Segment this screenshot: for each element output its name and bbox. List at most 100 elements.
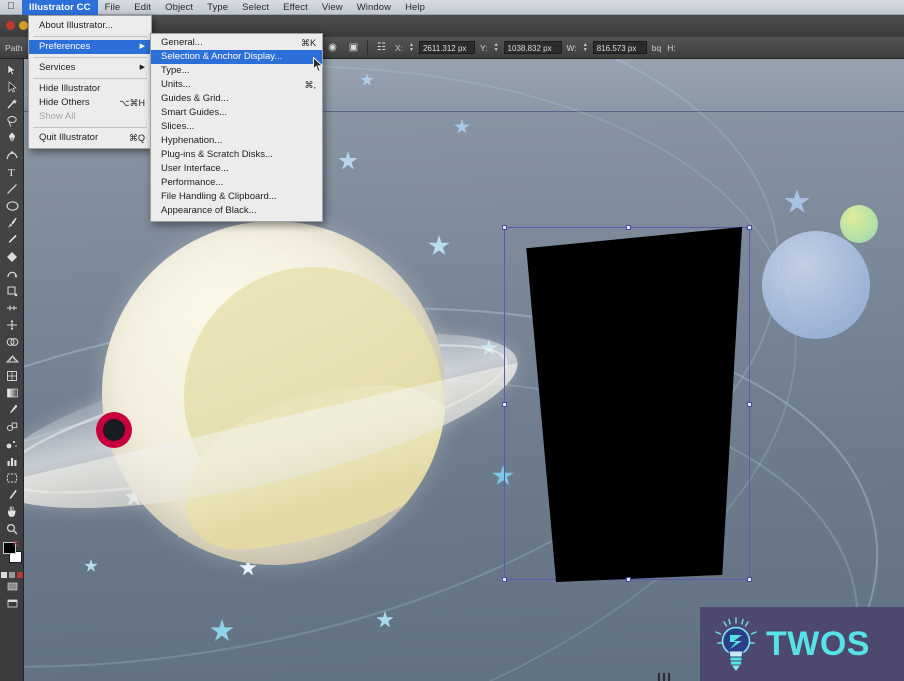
menu-type[interactable]: Type: [200, 0, 235, 15]
path-label: Path: [5, 42, 23, 53]
tool-pencil[interactable]: [0, 231, 24, 248]
prefs-item-file-handling-clipboard[interactable]: File Handling & Clipboard...: [151, 190, 322, 204]
handle-middle-left[interactable]: [502, 402, 507, 407]
close-button[interactable]: [6, 21, 15, 30]
menu-item-hide-others[interactable]: Hide Others ⌥⌘H: [29, 96, 151, 110]
tool-symbol-sprayer[interactable]: [0, 435, 24, 452]
menu-help[interactable]: Help: [398, 0, 432, 15]
tool-hand[interactable]: [0, 503, 24, 520]
tool-type[interactable]: T: [0, 163, 24, 180]
tool-magic-wand[interactable]: [0, 95, 24, 112]
tool-blend[interactable]: [0, 418, 24, 435]
menu-separator: [33, 57, 147, 58]
link-dimensions-label[interactable]: bq: [649, 43, 664, 53]
menu-item-services[interactable]: Services ▶: [29, 61, 151, 75]
menu-item-label: Hide Others: [39, 97, 90, 108]
drawing-mode-icon[interactable]: [0, 578, 24, 595]
prefs-item-units[interactable]: Units... ⌘,: [151, 78, 322, 92]
screen-mode-icon[interactable]: [0, 595, 24, 612]
menu-item-preferences[interactable]: Preferences ▶: [29, 40, 151, 54]
y-input[interactable]: 1038.832 px: [503, 41, 562, 54]
menu-item-hide-illustrator[interactable]: Hide Illustrator: [29, 82, 151, 96]
prefs-item-selection-anchor-display[interactable]: Selection & Anchor Display...: [151, 50, 322, 64]
preferences-submenu[interactable]: General... ⌘K Selection & Anchor Display…: [150, 33, 323, 222]
menu-effect[interactable]: Effect: [276, 0, 315, 15]
minimize-button[interactable]: [19, 21, 28, 30]
tool-free-transform[interactable]: [0, 316, 24, 333]
tool-pen[interactable]: [0, 129, 24, 146]
prefs-item-appearance-of-black[interactable]: Appearance of Black...: [151, 204, 322, 218]
tool-width[interactable]: [0, 299, 24, 316]
menu-item-label: Guides & Grid...: [161, 93, 229, 104]
tool-artboard[interactable]: [0, 469, 24, 486]
prefs-item-performance[interactable]: Performance...: [151, 176, 322, 190]
tool-paintbrush[interactable]: [0, 214, 24, 231]
tool-lasso[interactable]: [0, 112, 24, 129]
tool-gradient[interactable]: [0, 384, 24, 401]
svg-text:T: T: [8, 167, 15, 178]
arrange-icon[interactable]: ▣: [345, 40, 362, 55]
tool-slice[interactable]: [0, 486, 24, 503]
w-label: W:: [566, 42, 577, 53]
prefs-item-hyphenation[interactable]: Hyphenation...: [151, 134, 322, 148]
y-stepper[interactable]: ▲ ▼: [492, 41, 501, 54]
opacity-mask-icon[interactable]: ◉: [324, 40, 341, 55]
fill-stroke-swatch-stack[interactable]: ⇱: [0, 540, 24, 570]
menu-file[interactable]: File: [98, 0, 128, 15]
swap-fill-stroke-icon[interactable]: ⇱: [13, 540, 20, 549]
handle-bottom-center[interactable]: [626, 577, 631, 582]
menu-window[interactable]: Window: [350, 0, 398, 15]
handle-top-right[interactable]: [747, 225, 752, 230]
x-stepper[interactable]: ▲ ▼: [407, 41, 416, 54]
x-input[interactable]: 2611.312 px: [418, 41, 475, 54]
menu-item-quit-illustrator[interactable]: Quit Illustrator ⌘Q: [29, 131, 151, 145]
handle-top-center[interactable]: [626, 225, 631, 230]
illustrator-window:  Illustrator CC File Edit Object Type S…: [0, 0, 904, 681]
tool-eyedropper[interactable]: [0, 401, 24, 418]
tool-mesh[interactable]: [0, 367, 24, 384]
apple-logo-icon[interactable]: : [0, 2, 22, 12]
tool-column-graph[interactable]: [0, 452, 24, 469]
black-quadrilateral-shape[interactable]: [526, 227, 743, 582]
illustrator-app-menu[interactable]: About Illustrator... Preferences ▶ Servi…: [28, 15, 152, 149]
menu-item-label: Hyphenation...: [161, 135, 223, 146]
w-stepper[interactable]: ▲ ▼: [581, 41, 590, 54]
menu-illustrator-cc[interactable]: Illustrator CC: [22, 0, 98, 15]
submenu-arrow-icon: ▶: [139, 64, 145, 71]
tool-ellipse[interactable]: [0, 197, 24, 214]
tool-selection[interactable]: [0, 61, 24, 78]
prefs-item-guides-grid[interactable]: Guides & Grid...: [151, 92, 322, 106]
tool-rotate[interactable]: [0, 282, 24, 299]
menu-object[interactable]: Object: [158, 0, 200, 15]
handle-bottom-right[interactable]: [747, 577, 752, 582]
tool-direct-selection[interactable]: [0, 78, 24, 95]
prefs-item-type[interactable]: Type...: [151, 64, 322, 78]
prefs-item-general[interactable]: General... ⌘K: [151, 36, 322, 50]
w-input[interactable]: 816.573 px: [592, 41, 647, 54]
tool-curvature[interactable]: [0, 146, 24, 163]
menu-item-show-all: Show All: [29, 110, 151, 124]
tool-shape-builder[interactable]: [0, 333, 24, 350]
handle-top-left[interactable]: [502, 225, 507, 230]
prefs-item-plugins-scratch-disks[interactable]: Plug-ins & Scratch Disks...: [151, 148, 322, 162]
tool-perspective-grid[interactable]: [0, 350, 24, 367]
barcode-lines: [658, 673, 670, 681]
handle-middle-right[interactable]: [747, 402, 752, 407]
menu-item-about-illustrator[interactable]: About Illustrator...: [29, 19, 151, 33]
tool-shaper[interactable]: [0, 248, 24, 265]
menu-item-label: Appearance of Black...: [161, 205, 257, 216]
handle-bottom-left[interactable]: [502, 577, 507, 582]
menu-view[interactable]: View: [315, 0, 350, 15]
tool-zoom[interactable]: [0, 520, 24, 537]
tool-line-segment[interactable]: [0, 180, 24, 197]
menu-edit[interactable]: Edit: [127, 0, 158, 15]
prefs-item-slices[interactable]: Slices...: [151, 120, 322, 134]
prefs-item-user-interface[interactable]: User Interface...: [151, 162, 322, 176]
mouse-cursor-icon: [313, 56, 324, 73]
selection-bounding-box[interactable]: [502, 225, 752, 582]
saturn-planet: [24, 209, 532, 609]
menu-select[interactable]: Select: [235, 0, 276, 15]
prefs-item-smart-guides[interactable]: Smart Guides...: [151, 106, 322, 120]
reference-point-icon[interactable]: ☷: [373, 40, 390, 55]
tool-eraser[interactable]: [0, 265, 24, 282]
